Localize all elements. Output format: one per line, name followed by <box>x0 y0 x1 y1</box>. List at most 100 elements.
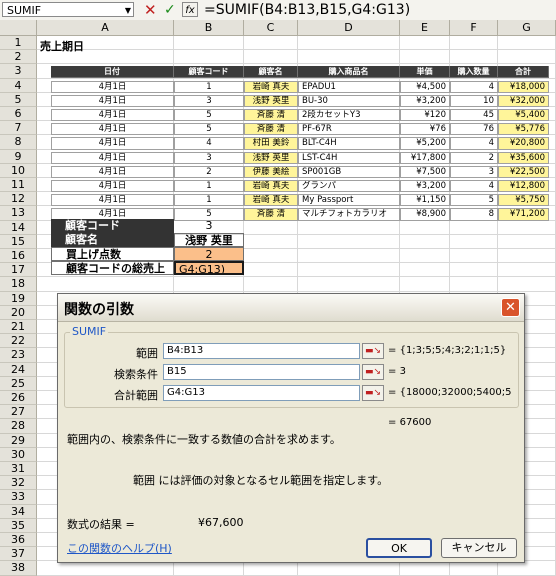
table-cell-customer-code[interactable]: 1 <box>174 80 244 93</box>
close-icon[interactable]: ✕ <box>501 298 520 317</box>
table-cell-customer-name[interactable]: 伊藤 美絵 <box>244 165 298 178</box>
row-header-34[interactable]: 34 <box>0 504 37 519</box>
check-icon[interactable]: ✓ <box>164 0 176 20</box>
table-cell-customer-name[interactable]: 岩崎 真夫 <box>244 80 298 93</box>
table-cell-unit-price[interactable]: ¥76 <box>400 123 450 136</box>
row-header-35[interactable]: 35 <box>0 518 37 533</box>
x-icon[interactable]: ✕ <box>144 0 157 20</box>
table-cell-unit-price[interactable]: ¥120 <box>400 109 450 122</box>
table-cell-date[interactable]: 4月1日 <box>51 80 174 93</box>
ok-button[interactable]: OK <box>366 538 432 558</box>
col-header-g[interactable]: G <box>498 20 556 36</box>
table-cell-total[interactable]: ¥5,750 <box>498 194 549 207</box>
col-header-a[interactable]: A <box>37 20 174 36</box>
summary-code-value[interactable]: 3 <box>174 219 244 233</box>
table-cell-date[interactable]: 4月1日 <box>51 137 174 150</box>
row-header-9[interactable]: 9 <box>0 149 37 164</box>
table-cell-total[interactable]: ¥20,800 <box>498 137 549 150</box>
table-cell-quantity[interactable]: 10 <box>450 94 498 107</box>
row-header-5[interactable]: 5 <box>0 92 37 107</box>
summary-name-label[interactable]: 顧客名 <box>51 233 174 247</box>
table-cell-customer-name[interactable]: 岩崎 真夫 <box>244 180 298 193</box>
table-cell-quantity[interactable]: 76 <box>450 123 498 136</box>
table-cell-unit-price[interactable]: ¥7,500 <box>400 165 450 178</box>
table-cell-product-name[interactable]: PF-67R <box>298 123 400 136</box>
table-cell-total[interactable]: ¥71,200 <box>498 208 549 221</box>
table-cell-customer-code[interactable]: 1 <box>174 180 244 193</box>
formula-input[interactable]: =SUMIF(B4:B13,B15,G4:G13) <box>204 0 410 20</box>
row-header-37[interactable]: 37 <box>0 547 37 562</box>
row-header-3[interactable]: 3 <box>0 64 37 79</box>
table-cell-customer-name[interactable]: 斉藤 清 <box>244 208 298 221</box>
select-all-corner[interactable] <box>0 20 37 36</box>
table-cell-date[interactable]: 4月1日 <box>51 94 174 107</box>
table-cell-date[interactable]: 4月1日 <box>51 194 174 207</box>
table-cell-quantity[interactable]: 45 <box>450 109 498 122</box>
table-cell-customer-code[interactable]: 3 <box>174 151 244 164</box>
sheet-title[interactable]: 売上期日 <box>37 40 174 53</box>
table-cell-quantity[interactable]: 2 <box>450 151 498 164</box>
table-header-customer-name[interactable]: 顧客名 <box>244 66 298 79</box>
table-cell-product-name[interactable]: My Passport <box>298 194 400 207</box>
table-header-product-name[interactable]: 購入商品名 <box>298 66 400 79</box>
table-cell-product-name[interactable]: 2段カセットY3 <box>298 109 400 122</box>
table-cell-quantity[interactable]: 4 <box>450 80 498 93</box>
table-cell-customer-name[interactable]: 斉藤 清 <box>244 109 298 122</box>
table-cell-total[interactable]: ¥32,000 <box>498 94 549 107</box>
arg-input-range[interactable]: B4:B13 <box>163 343 360 359</box>
table-cell-product-name[interactable]: マルチフォトカラリオ <box>298 208 400 221</box>
table-cell-total[interactable]: ¥22,500 <box>498 165 549 178</box>
arg-input-criteria[interactable]: B15 <box>163 364 360 380</box>
row-header-19[interactable]: 19 <box>0 291 37 306</box>
name-box[interactable]: SUMIF ▼ <box>2 2 134 17</box>
table-cell-customer-name[interactable]: 浅野 英里 <box>244 151 298 164</box>
row-header-22[interactable]: 22 <box>0 334 37 349</box>
row-header-38[interactable]: 38 <box>0 561 37 576</box>
table-cell-unit-price[interactable]: ¥3,200 <box>400 180 450 193</box>
table-cell-quantity[interactable]: 8 <box>450 208 498 221</box>
table-cell-product-name[interactable]: グランパ <box>298 180 400 193</box>
table-cell-customer-code[interactable]: 4 <box>174 137 244 150</box>
table-cell-total[interactable]: ¥35,600 <box>498 151 549 164</box>
table-cell-unit-price[interactable]: ¥5,200 <box>400 137 450 150</box>
table-header-customer-code[interactable]: 顧客コード <box>174 66 244 79</box>
table-cell-quantity[interactable]: 5 <box>450 194 498 207</box>
table-cell-customer-code[interactable]: 5 <box>174 123 244 136</box>
col-header-f[interactable]: F <box>450 20 498 36</box>
row-header-26[interactable]: 26 <box>0 391 37 406</box>
row-header-23[interactable]: 23 <box>0 348 37 363</box>
table-cell-date[interactable]: 4月1日 <box>51 123 174 136</box>
row-header-20[interactable]: 20 <box>0 305 37 320</box>
row-header-15[interactable]: 15 <box>0 234 37 249</box>
row-header-17[interactable]: 17 <box>0 263 37 278</box>
row-header-7[interactable]: 7 <box>0 121 37 136</box>
table-cell-customer-name[interactable]: 浅野 英里 <box>244 94 298 107</box>
row-header-31[interactable]: 31 <box>0 462 37 477</box>
row-header-8[interactable]: 8 <box>0 135 37 150</box>
table-cell-date[interactable]: 4月1日 <box>51 165 174 178</box>
row-header-18[interactable]: 18 <box>0 277 37 292</box>
help-link[interactable]: この関数のヘルプ(H) <box>67 540 172 556</box>
row-header-32[interactable]: 32 <box>0 476 37 491</box>
row-header-4[interactable]: 4 <box>0 78 37 93</box>
arg-input-sum-range[interactable]: G4:G13 <box>163 385 360 401</box>
table-cell-date[interactable]: 4月1日 <box>51 180 174 193</box>
table-header-total[interactable]: 合計 <box>498 66 549 79</box>
table-cell-unit-price[interactable]: ¥3,200 <box>400 94 450 107</box>
table-cell-customer-code[interactable]: 2 <box>174 165 244 178</box>
row-header-2[interactable]: 2 <box>0 50 37 65</box>
summary-total-label[interactable]: 顧客コードの総売上 <box>51 261 174 275</box>
dialog-titlebar[interactable]: 関数の引数 ✕ <box>58 294 524 322</box>
table-cell-total[interactable]: ¥12,800 <box>498 180 549 193</box>
range-select-icon[interactable]: ▬↘ <box>362 343 384 359</box>
row-header-13[interactable]: 13 <box>0 206 37 221</box>
col-header-b[interactable]: B <box>174 20 244 36</box>
table-cell-product-name[interactable]: SP001GB <box>298 165 400 178</box>
row-header-27[interactable]: 27 <box>0 405 37 420</box>
row-header-10[interactable]: 10 <box>0 163 37 178</box>
col-header-e[interactable]: E <box>400 20 450 36</box>
row-header-36[interactable]: 36 <box>0 533 37 548</box>
table-cell-customer-code[interactable]: 1 <box>174 194 244 207</box>
table-cell-quantity[interactable]: 4 <box>450 137 498 150</box>
fx-icon[interactable]: fx <box>182 2 198 17</box>
